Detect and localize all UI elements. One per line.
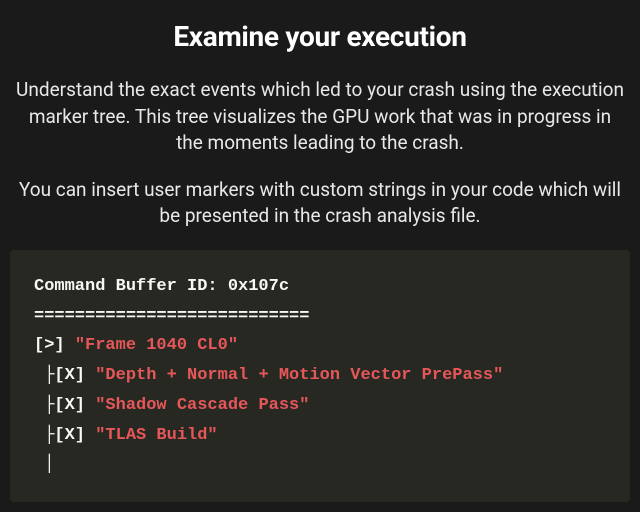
code-divider-line: =========================== <box>34 302 606 332</box>
tree-marker: ├[X] <box>34 396 95 415</box>
marker-string: "Shadow Cascade Pass" <box>95 396 309 415</box>
code-block: Command Buffer ID: 0x107c ==============… <box>10 250 630 502</box>
tree-marker: ├[X] <box>34 426 95 445</box>
description-paragraph-1: Understand the exact events which led to… <box>10 77 630 157</box>
tree-line: │ <box>34 450 606 480</box>
tree-line: ├[X] "Shadow Cascade Pass" <box>34 391 606 421</box>
marker-string: "Frame 1040 CL0" <box>75 336 238 355</box>
description-paragraph-2: You can insert user markers with custom … <box>10 177 630 230</box>
marker-string: "Depth + Normal + Motion Vector PrePass" <box>95 366 503 385</box>
tree-line: ├[X] "Depth + Normal + Motion Vector Pre… <box>34 361 606 391</box>
marker-string: "TLAS Build" <box>95 426 217 445</box>
tree-marker: [>] <box>34 336 75 355</box>
section-heading: Examine your execution <box>10 20 630 53</box>
tree-line: [>] "Frame 1040 CL0" <box>34 331 606 361</box>
tree-marker: │ <box>34 455 54 474</box>
tree-line: ├[X] "TLAS Build" <box>34 421 606 451</box>
code-header-line: Command Buffer ID: 0x107c <box>34 272 606 302</box>
content-container: Examine your execution Understand the ex… <box>0 0 640 502</box>
tree-marker: ├[X] <box>34 366 95 385</box>
